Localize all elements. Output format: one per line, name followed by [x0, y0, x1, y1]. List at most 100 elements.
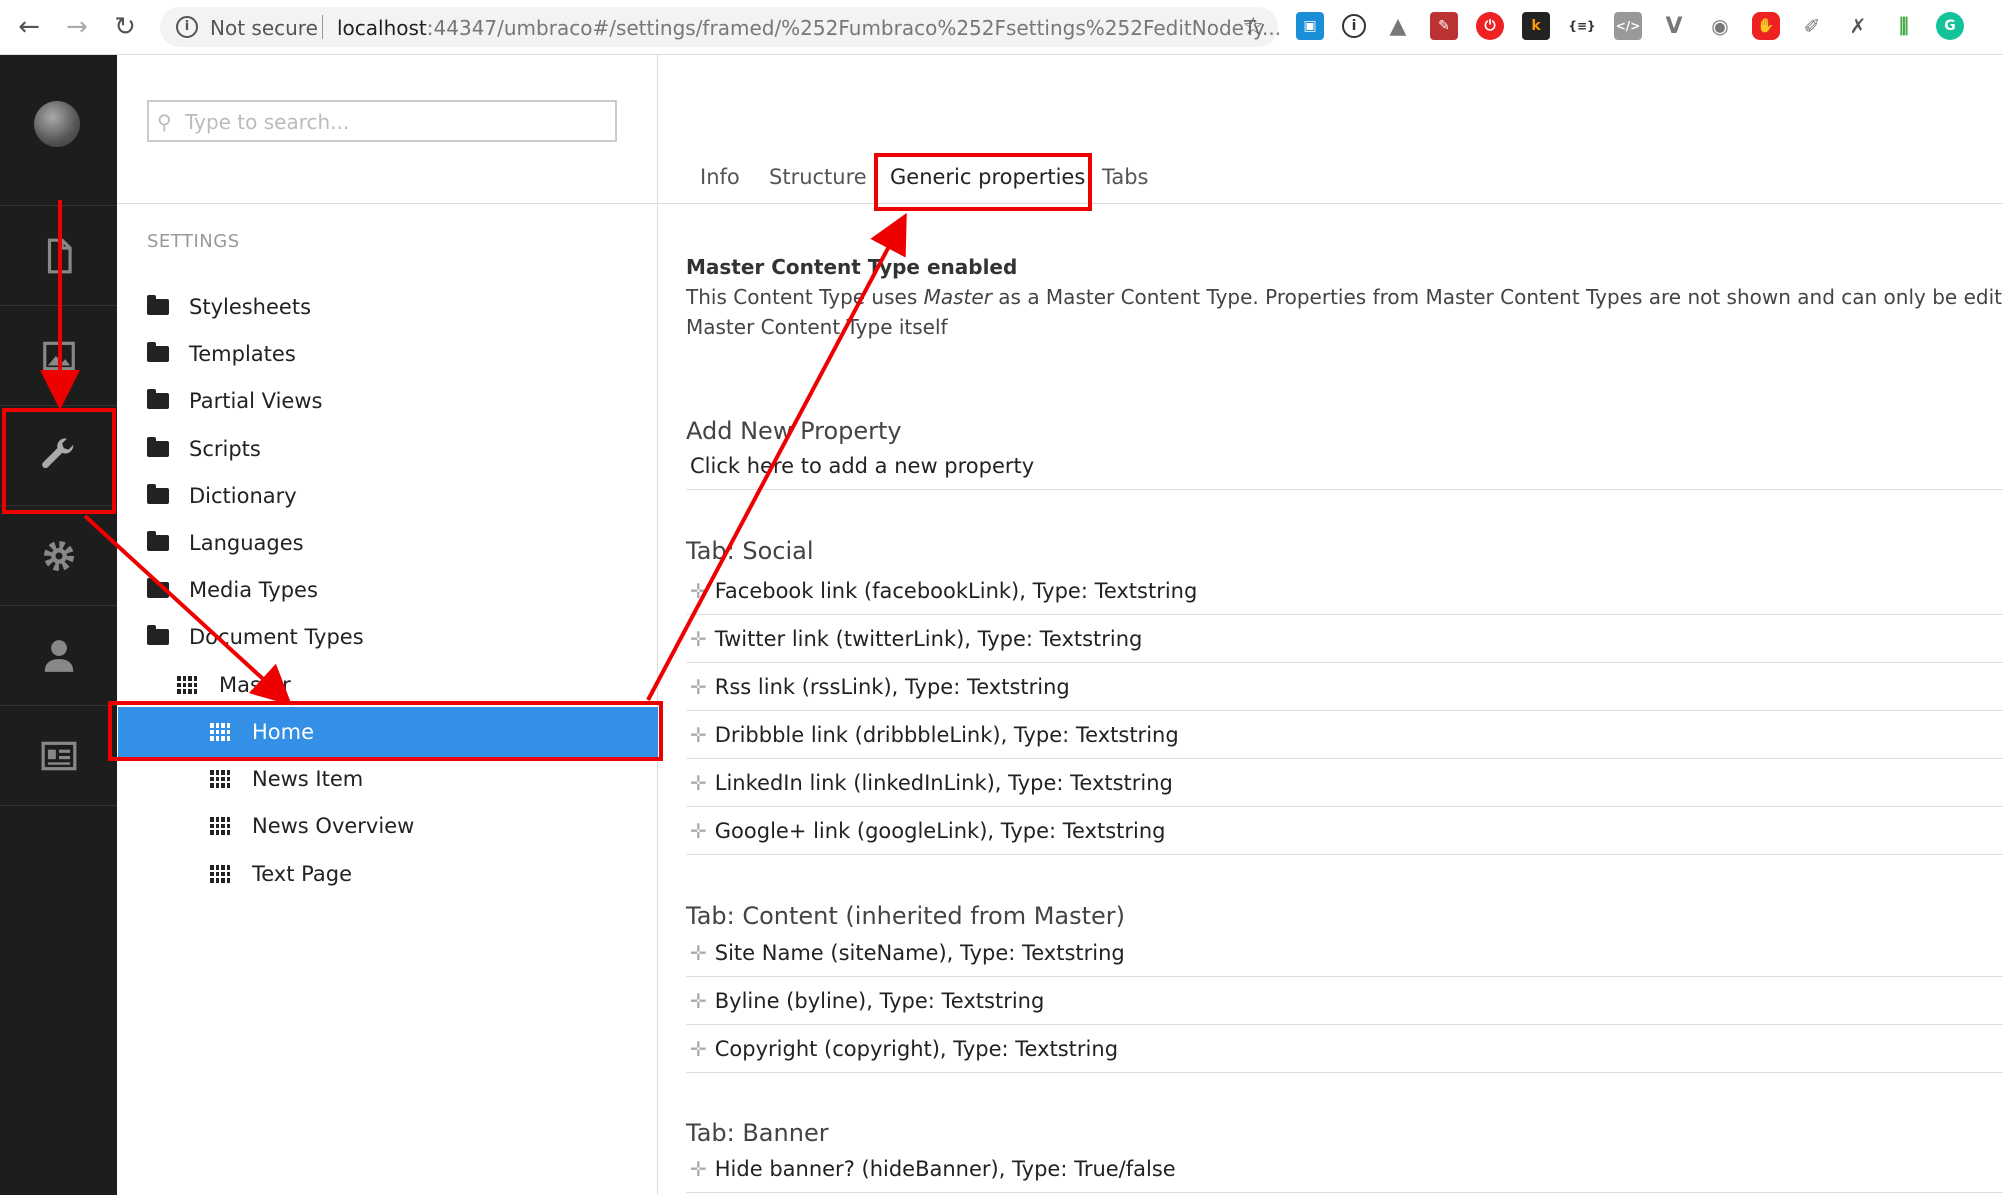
- property-row[interactable]: ✛ LinkedIn link (linkedInLink), Type: Tex…: [686, 759, 2003, 807]
- tree-node-news-overview[interactable]: News Overview: [210, 804, 414, 848]
- drag-handle-icon[interactable]: ✛: [690, 989, 707, 1013]
- section-developer[interactable]: [0, 505, 117, 605]
- extension-drive-icon[interactable]: ▲: [1384, 12, 1412, 40]
- image-icon: [42, 341, 75, 370]
- grid-icon: [210, 864, 236, 884]
- property-row[interactable]: ✛ Google+ link (googleLink), Type: Textst…: [686, 807, 2003, 855]
- search-input[interactable]: [183, 107, 607, 137]
- drag-handle-icon[interactable]: ✛: [690, 579, 707, 603]
- drag-handle-icon[interactable]: ✛: [690, 819, 707, 843]
- property-row[interactable]: ✛ Copyright (copyright), Type: Textstring: [686, 1025, 2003, 1073]
- tree-node-label: Master: [219, 673, 291, 697]
- section-users[interactable]: [0, 605, 117, 705]
- section-settings[interactable]: [0, 405, 117, 505]
- drag-handle-icon[interactable]: ✛: [690, 1037, 707, 1061]
- grid-icon: [210, 769, 236, 789]
- section-content[interactable]: [0, 205, 117, 305]
- editor-tabs: Info Structure Generic properties Tabs: [658, 159, 2003, 204]
- extension-stop-icon[interactable]: ✋: [1752, 12, 1780, 40]
- master-notice-emphasis: Master: [923, 285, 992, 309]
- extension-icons: ▣ i ▲ ✎ ⏻ k {≡} </> V ◉ ✋ ✐ ✗ ⫼ G: [1296, 12, 1964, 42]
- tree-node-templates[interactable]: Templates: [147, 332, 296, 376]
- tree-node-document-types[interactable]: Document Types: [147, 615, 364, 659]
- tree-search[interactable]: ⚲: [147, 100, 617, 142]
- group-title-content: Tab: Content (inherited from Master): [686, 902, 1126, 930]
- tree-node-dictionary[interactable]: Dictionary: [147, 474, 297, 518]
- property-label: Facebook link (facebookLink), Type: Text…: [714, 578, 1198, 603]
- tree-node-languages[interactable]: Languages: [147, 521, 304, 565]
- drag-handle-icon[interactable]: ✛: [690, 1157, 707, 1181]
- section-media[interactable]: [0, 305, 117, 405]
- info-icon[interactable]: i: [176, 16, 198, 38]
- tree-node-partial-views[interactable]: Partial Views: [147, 379, 322, 423]
- section-bar: [0, 55, 117, 1195]
- tree-node-label: Scripts: [189, 437, 261, 461]
- extension-json-icon[interactable]: {≡}: [1568, 12, 1596, 40]
- extension-power-icon[interactable]: ⏻: [1476, 12, 1504, 40]
- tab-generic-properties[interactable]: Generic properties: [890, 165, 1085, 189]
- folder-icon: [147, 437, 173, 459]
- url-text[interactable]: localhost:44347/umbraco#/settings/framed…: [337, 16, 1281, 40]
- property-row[interactable]: ✛ Byline (byline), Type: Textstring: [686, 977, 2003, 1025]
- tab-structure[interactable]: Structure: [769, 165, 867, 189]
- tree-node-master[interactable]: Master: [177, 663, 291, 707]
- add-property-title: Add New Property: [686, 417, 902, 445]
- master-notice-text: as a Master Content Type. Properties fro…: [991, 285, 2003, 309]
- add-property-link[interactable]: Click here to add a new property: [686, 443, 2003, 490]
- tab-tabs[interactable]: Tabs: [1102, 165, 1149, 189]
- url-host: localhost: [337, 16, 427, 40]
- extension-vue-icon[interactable]: V: [1660, 12, 1688, 40]
- property-label: Site Name (siteName), Type: Textstring: [714, 940, 1125, 965]
- extension-x-icon[interactable]: ✗: [1844, 12, 1872, 40]
- grid-icon: [210, 816, 236, 836]
- extension-password-icon[interactable]: i: [1342, 14, 1366, 38]
- property-row[interactable]: ✛ Facebook link (facebookLink), Type: Tex…: [686, 567, 2003, 615]
- tree-node-scripts[interactable]: Scripts: [147, 427, 261, 471]
- security-label[interactable]: Not secure: [210, 16, 318, 40]
- user-avatar[interactable]: [34, 101, 80, 147]
- folder-icon: [147, 295, 173, 317]
- gear-icon: [43, 540, 74, 571]
- tree-node-text-page[interactable]: Text Page: [210, 852, 352, 896]
- extension-bars-icon[interactable]: ⫼: [1890, 12, 1918, 40]
- extension-camera-icon[interactable]: ◉: [1706, 12, 1734, 40]
- tree-node-label: Partial Views: [189, 389, 323, 413]
- tree-node-media-types[interactable]: Media Types: [147, 568, 318, 612]
- extension-pdf-icon[interactable]: ✎: [1430, 12, 1458, 40]
- drag-handle-icon[interactable]: ✛: [690, 675, 707, 699]
- extension-window-icon[interactable]: ▣: [1296, 12, 1324, 40]
- extension-ticket-icon[interactable]: ✐: [1798, 12, 1826, 40]
- drag-handle-icon[interactable]: ✛: [690, 771, 707, 795]
- folder-icon: [147, 578, 173, 600]
- forward-arrow-icon[interactable]: →: [58, 8, 96, 46]
- address-bar[interactable]: i Not secure localhost:44347/umbraco#/se…: [160, 7, 1281, 47]
- folder-icon: [147, 342, 173, 364]
- extension-k-icon[interactable]: k: [1522, 12, 1550, 40]
- section-members[interactable]: [0, 705, 117, 806]
- extension-grammarly-icon[interactable]: G: [1936, 12, 1964, 40]
- url-divider: [322, 15, 323, 39]
- user-icon: [44, 639, 73, 672]
- property-row[interactable]: ✛ Hide banner? (hideBanner), Type: True/f…: [686, 1145, 2003, 1193]
- property-row[interactable]: ✛ Rss link (rssLink), Type: Textstring: [686, 663, 2003, 711]
- tree-node-stylesheets[interactable]: Stylesheets: [147, 285, 311, 329]
- property-row[interactable]: ✛ Site Name (siteName), Type: Textstring: [686, 929, 2003, 977]
- back-arrow-icon[interactable]: ←: [10, 8, 48, 46]
- bookmark-star-icon[interactable]: ☆: [1242, 12, 1264, 40]
- tree-node-label: Stylesheets: [189, 295, 312, 319]
- tab-info[interactable]: Info: [700, 165, 740, 189]
- tree-node-news-item[interactable]: News Item: [210, 757, 363, 801]
- drag-handle-icon[interactable]: ✛: [690, 941, 707, 965]
- folder-icon: [147, 484, 173, 506]
- property-row[interactable]: ✛ Twitter link (twitterLink), Type: Texts…: [686, 615, 2003, 663]
- tree-node-label: Languages: [189, 531, 304, 555]
- drag-handle-icon[interactable]: ✛: [690, 723, 707, 747]
- reload-icon[interactable]: ↻: [106, 8, 144, 46]
- drag-handle-icon[interactable]: ✛: [690, 627, 707, 651]
- extension-code-icon[interactable]: </>: [1614, 12, 1642, 40]
- property-label: Hide banner? (hideBanner), Type: True/fa…: [714, 1156, 1176, 1181]
- tree-node-home[interactable]: Home: [118, 707, 658, 757]
- property-row[interactable]: ✛ Dribbble link (dribbbleLink), Type: Tex…: [686, 711, 2003, 759]
- url-path: :44347/umbraco#/settings/framed/%252Fumb…: [426, 16, 1282, 40]
- search-icon: ⚲: [157, 110, 172, 134]
